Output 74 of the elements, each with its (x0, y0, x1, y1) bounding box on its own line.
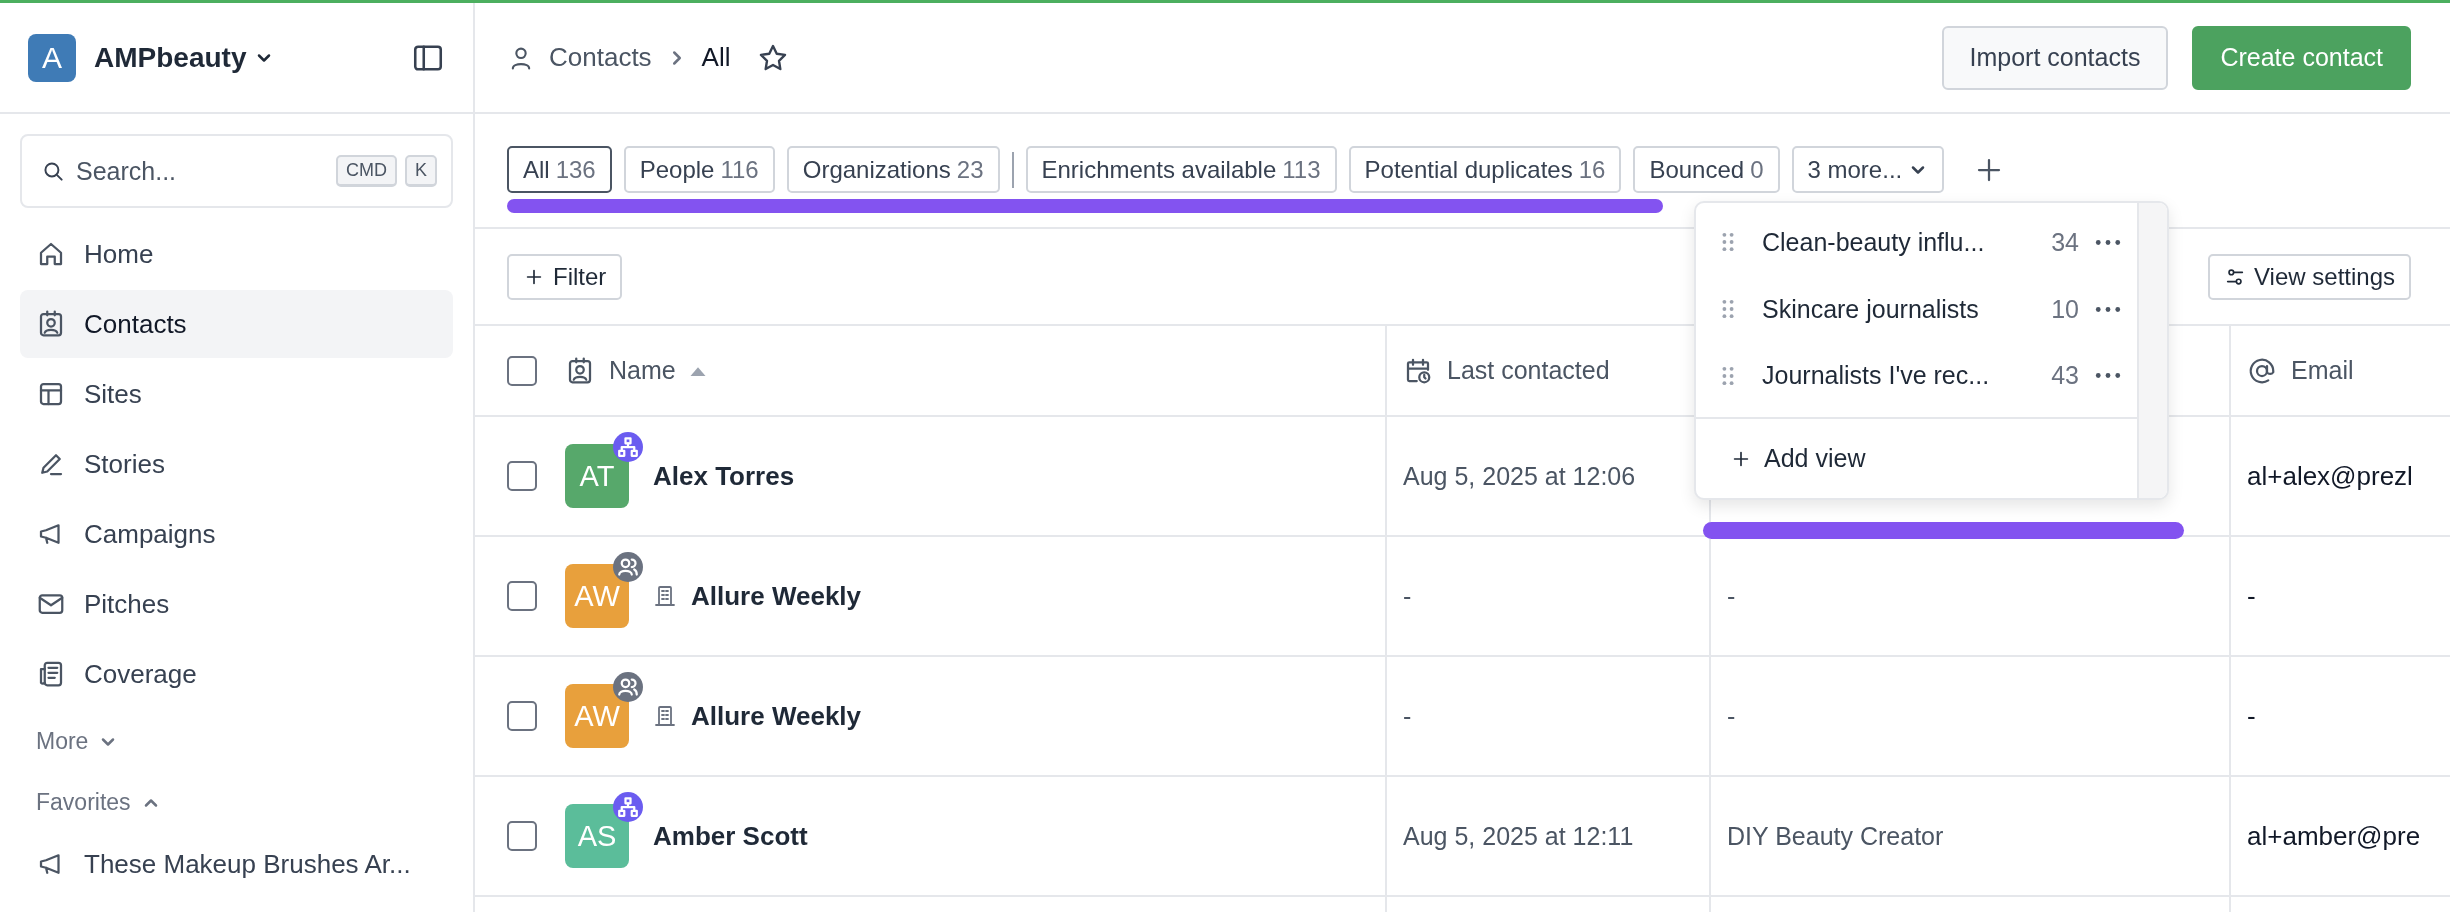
scrollbar-thumb[interactable] (1703, 522, 2184, 539)
more-toggle[interactable]: More (36, 728, 119, 755)
nav-item[interactable]: Sites (20, 360, 453, 428)
shortcut-key: CMD (336, 155, 397, 187)
nav-item[interactable]: Campaigns (20, 500, 453, 568)
view-tab[interactable]: Potential duplicates 16 (1348, 146, 1622, 193)
drag-handle-icon[interactable] (1722, 232, 1734, 253)
import-button[interactable]: Import contacts (1941, 25, 2169, 90)
favorite-item[interactable]: These Makeup Brushes Ar... (20, 830, 453, 898)
table-cell: al+amber@pre (2247, 820, 2421, 852)
row-checkbox[interactable] (507, 701, 537, 731)
nav-item[interactable]: Pitches (20, 570, 453, 638)
view-tab[interactable]: Organizations 23 (786, 146, 1000, 193)
view-name: Skincare journalists (1762, 294, 1980, 324)
table-cell: - (1727, 701, 1736, 731)
breadcrumb-current: All (701, 42, 731, 73)
more-options-icon[interactable] (2095, 305, 2121, 313)
table-cell: Aug 5, 2025 at 12:11 (1403, 821, 1634, 851)
row-checkbox[interactable] (507, 461, 537, 491)
contact-name[interactable]: Allure Weekly (691, 700, 862, 732)
table-cell: - (1403, 581, 1412, 611)
nav-item[interactable]: Stories (20, 430, 453, 498)
menu-item[interactable]: Journalists I've rec... 43 (1696, 342, 2137, 410)
row-checkbox[interactable] (507, 581, 537, 611)
view-count: 43 (2051, 361, 2079, 391)
more-options-icon[interactable] (2095, 238, 2121, 246)
column-header[interactable]: Email (2291, 356, 2354, 385)
view-tab[interactable]: Bounced 0 (1633, 146, 1780, 193)
filter-button[interactable]: Filter (507, 253, 623, 300)
view-tab[interactable]: All 136 (507, 146, 612, 193)
view-count: 34 (2051, 227, 2079, 257)
table-cell: - (1403, 701, 1412, 731)
workspace-logo[interactable]: A (28, 33, 76, 82)
drag-handle-icon[interactable] (1722, 366, 1734, 386)
nav-item[interactable]: Home (20, 220, 453, 288)
table-cell: al+alex@prezl (2247, 460, 2413, 492)
nav-item[interactable]: Contacts (20, 290, 453, 358)
more-options-icon[interactable] (2095, 372, 2121, 380)
sort-ascending-icon[interactable] (689, 365, 706, 376)
scrollbar-thumb[interactable] (507, 199, 1663, 213)
building-icon (653, 704, 677, 728)
shortcut-key: K (405, 155, 437, 187)
view-settings-button[interactable]: View settings (2208, 253, 2411, 300)
table-cell: - (2247, 580, 2256, 612)
column-header[interactable]: Name (609, 356, 676, 385)
table-cell: - (1727, 581, 1736, 611)
view-count: 10 (2051, 294, 2079, 324)
building-icon (653, 584, 677, 608)
table-cell: DIY Beauty Creator (1727, 821, 1944, 851)
breadcrumb-link[interactable]: Contacts (549, 42, 652, 73)
view-tab[interactable]: Enrichments available 113 (1025, 146, 1337, 193)
table-cell: Aug 5, 2025 at 12:06 (1403, 461, 1636, 491)
people-badge-icon (613, 552, 643, 582)
nav-item[interactable]: Coverage (20, 640, 453, 708)
drag-handle-icon[interactable] (1722, 299, 1734, 320)
select-all-checkbox[interactable] (507, 355, 537, 386)
network-badge-icon (613, 432, 643, 462)
contact-name[interactable]: Alex Torres (653, 460, 795, 492)
favorites-toggle[interactable]: Favorites (36, 789, 161, 816)
network-badge-icon (613, 792, 643, 822)
contact-name[interactable]: Allure Weekly (691, 580, 862, 612)
row-checkbox[interactable] (507, 821, 537, 851)
contact-name[interactable]: Amber Scott (653, 820, 808, 852)
column-header[interactable]: Last contacted (1447, 356, 1610, 385)
menu-item[interactable]: Skincare journalists 10 (1696, 275, 2137, 343)
search-field[interactable]: Search... CMD K (20, 134, 453, 208)
people-badge-icon (613, 672, 643, 702)
menu-item[interactable]: Clean-beauty influ... 34 (1696, 209, 2137, 276)
view-tab[interactable]: People 116 (623, 146, 775, 193)
table-cell: - (2247, 700, 2256, 732)
workspace-switcher[interactable]: AMPbeauty (94, 41, 275, 74)
view-name: Journalists I've rec... (1762, 361, 1991, 391)
more-views-dropdown[interactable]: 3 more... (1791, 146, 1945, 193)
view-name: Clean-beauty influ... (1762, 227, 1986, 257)
